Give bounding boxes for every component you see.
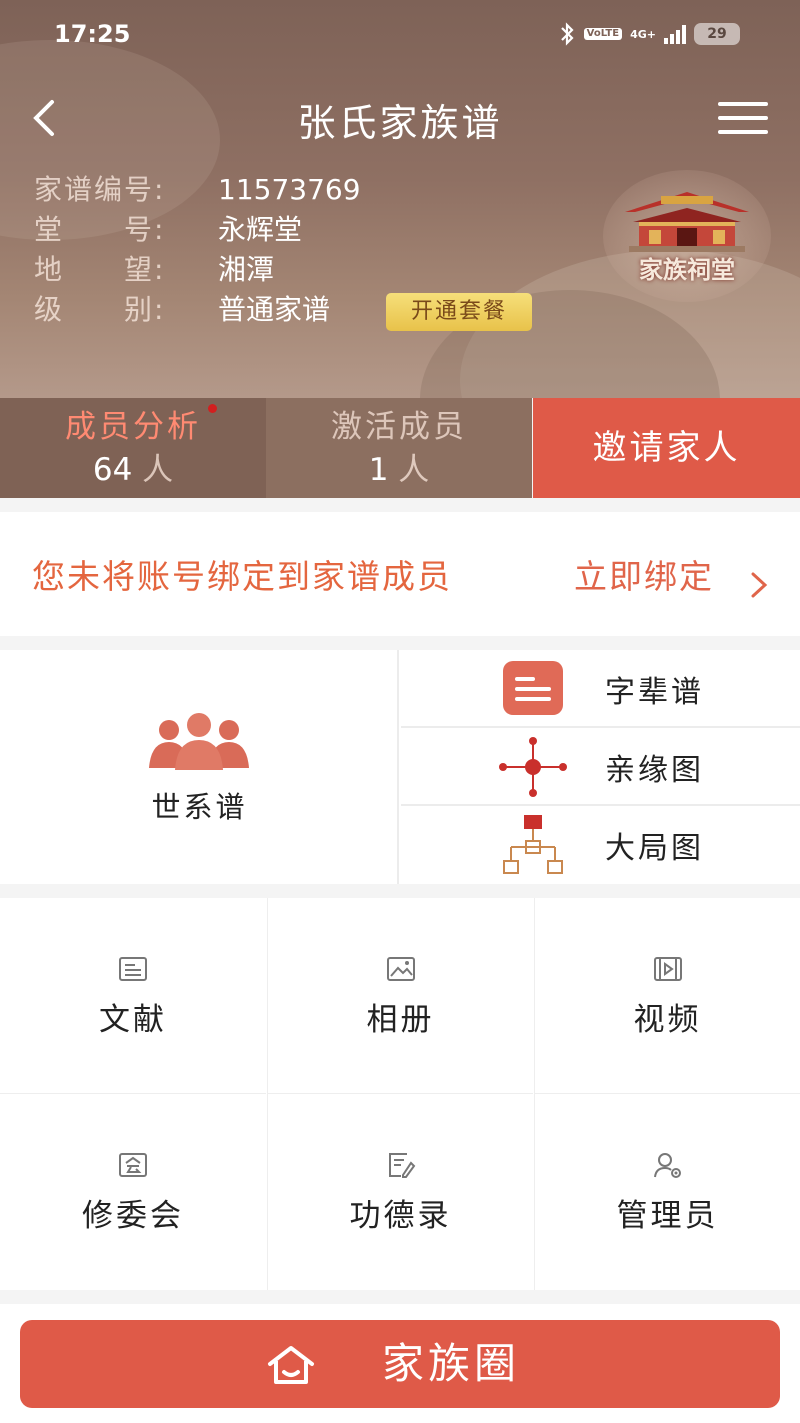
hamburger-menu-icon[interactable] xyxy=(718,100,768,136)
committee-icon xyxy=(119,1153,147,1177)
merit-record-icon xyxy=(389,1153,416,1178)
chevron-right-icon[interactable] xyxy=(748,568,770,602)
member-analysis-stat[interactable]: 成员分析 64 人 xyxy=(0,398,266,498)
info-label: 堂 号: xyxy=(34,213,166,246)
feature-grid: 文献 相册 视频 修委会 功德录 管理员 xyxy=(0,898,800,1290)
status-bar: 17:25 VoLTE 4G+ 29 xyxy=(0,0,800,70)
merit-record-button[interactable]: 功德录 xyxy=(267,1094,533,1290)
volte-badge: VoLTE xyxy=(583,28,623,40)
info-value: 11573769 xyxy=(218,173,361,206)
member-count-value: 64 xyxy=(92,452,133,488)
committee-label: 修委会 xyxy=(82,1198,184,1234)
battery-level: 29 xyxy=(707,26,727,42)
family-circle-label: 家族圈 xyxy=(382,1339,521,1388)
genealogy-views: 世系谱 字辈谱 亲缘图 大局图 xyxy=(0,650,800,884)
administrators-button[interactable]: 管理员 xyxy=(534,1094,800,1290)
documents-label: 文献 xyxy=(99,1002,167,1038)
generation-names-button[interactable]: 字辈谱 xyxy=(401,650,800,728)
bind-now-link[interactable]: 立即绑定 xyxy=(574,550,714,598)
network-type: 4G+ xyxy=(630,27,656,41)
member-count: 64 人 xyxy=(0,450,266,490)
member-count-unit: 人 xyxy=(142,452,174,488)
page-title: 张氏家族谱 xyxy=(297,101,503,145)
active-count: 1 人 xyxy=(266,450,532,490)
merit-record-label: 功德录 xyxy=(349,1198,452,1234)
status-icons: VoLTE 4G+ 29 xyxy=(558,22,740,46)
document-icon xyxy=(119,957,147,981)
invite-family-button[interactable]: 邀请家人 xyxy=(533,398,800,498)
list-icon xyxy=(503,661,563,715)
active-count-value: 1 xyxy=(368,452,389,488)
lineage-chart-label: 世系谱 xyxy=(151,790,248,824)
info-value: 湘潭 xyxy=(218,253,275,286)
generation-names-label: 字辈谱 xyxy=(605,675,704,710)
overview-chart-button[interactable]: 大局图 xyxy=(401,806,800,884)
bottom-bar: 家族圈 xyxy=(0,1304,800,1423)
video-icon xyxy=(654,957,682,981)
open-plan-button[interactable]: 开通套餐 xyxy=(386,293,532,331)
committee-button[interactable]: 修委会 xyxy=(0,1094,266,1290)
header: 17:25 VoLTE 4G+ 29 张氏家族谱 家谱编号: 11573769 xyxy=(0,0,800,398)
kinship-map-button[interactable]: 亲缘图 xyxy=(401,728,800,806)
bind-warning-text: 您未将账号绑定到家谱成员 xyxy=(32,557,452,596)
lineage-chart-button[interactable]: 世系谱 xyxy=(0,650,399,884)
signal-icon xyxy=(664,24,686,44)
info-label: 地 望: xyxy=(34,253,166,286)
info-value: 永辉堂 xyxy=(218,213,303,246)
administrators-label: 管理员 xyxy=(616,1198,719,1234)
documents-button[interactable]: 文献 xyxy=(0,898,266,1094)
info-value: 普通家谱 xyxy=(218,293,331,326)
info-label: 家谱编号: xyxy=(34,173,166,206)
bind-account-banner: 您未将账号绑定到家谱成员 立即绑定 xyxy=(0,512,800,636)
kinship-map-label: 亲缘图 xyxy=(605,753,704,788)
status-time: 17:25 xyxy=(54,20,131,48)
overview-chart-label: 大局图 xyxy=(605,831,704,866)
photo-icon xyxy=(387,957,415,981)
family-circle-button[interactable]: 家族圈 xyxy=(20,1320,780,1408)
ancestral-hall-label: 家族祠堂 xyxy=(639,255,735,284)
active-members-label: 激活成员 xyxy=(331,409,467,445)
active-count-unit: 人 xyxy=(398,452,430,488)
info-label: 级 别: xyxy=(34,293,166,326)
battery-icon: 29 xyxy=(694,23,740,45)
active-members-stat[interactable]: 激活成员 1 人 xyxy=(266,398,532,498)
member-analysis-label: 成员分析 xyxy=(65,409,201,445)
stats-bar: 成员分析 64 人 激活成员 1 人 邀请家人 xyxy=(0,398,800,498)
tree-chart-icon xyxy=(503,815,563,874)
people-group-icon xyxy=(149,713,249,770)
network-icon xyxy=(499,737,567,797)
photo-album-button[interactable]: 相册 xyxy=(267,898,533,1094)
bluetooth-icon xyxy=(560,22,574,46)
ancestral-hall-button[interactable]: 家族祠堂 xyxy=(603,170,771,302)
notification-dot xyxy=(208,404,217,413)
videos-label: 视频 xyxy=(633,1002,702,1038)
videos-button[interactable]: 视频 xyxy=(534,898,800,1094)
admin-icon xyxy=(654,1153,681,1178)
photo-album-label: 相册 xyxy=(366,1002,435,1038)
home-icon xyxy=(268,1346,314,1384)
temple-icon xyxy=(625,192,749,252)
